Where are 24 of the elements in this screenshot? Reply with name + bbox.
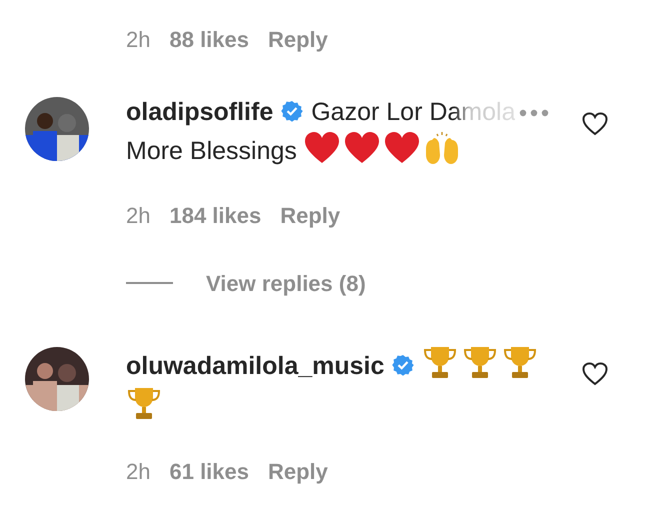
likes-count[interactable]: 88 likes bbox=[169, 22, 249, 56]
username[interactable]: oladipsoflife bbox=[126, 98, 274, 126]
like-button[interactable] bbox=[582, 112, 608, 136]
likes-count[interactable]: 184 likes bbox=[169, 198, 262, 232]
heart-icon bbox=[344, 131, 380, 165]
more-dots-icon bbox=[519, 109, 550, 118]
view-replies-link[interactable]: View replies (8) bbox=[206, 266, 366, 300]
likes-count[interactable]: 61 likes bbox=[169, 454, 249, 488]
reply-link[interactable]: Reply bbox=[280, 198, 340, 232]
comment-time: 2h bbox=[126, 458, 150, 486]
reply-link[interactable]: Reply bbox=[268, 454, 328, 488]
raised-hands-icon bbox=[424, 131, 460, 165]
comment-text: More Blessings bbox=[126, 137, 297, 165]
trophy-icon bbox=[462, 344, 498, 380]
heart-icon bbox=[304, 131, 340, 165]
trophy-icon bbox=[126, 385, 162, 421]
reply-link[interactable]: Reply bbox=[268, 22, 328, 56]
comment-time: 2h bbox=[126, 26, 150, 54]
like-button[interactable] bbox=[582, 362, 608, 386]
comment-time: 2h bbox=[126, 202, 150, 230]
heart-icon bbox=[384, 131, 420, 165]
trophy-icon bbox=[422, 344, 458, 380]
trophy-icon bbox=[502, 344, 538, 380]
username[interactable]: oluwadamilola_music bbox=[126, 352, 384, 380]
